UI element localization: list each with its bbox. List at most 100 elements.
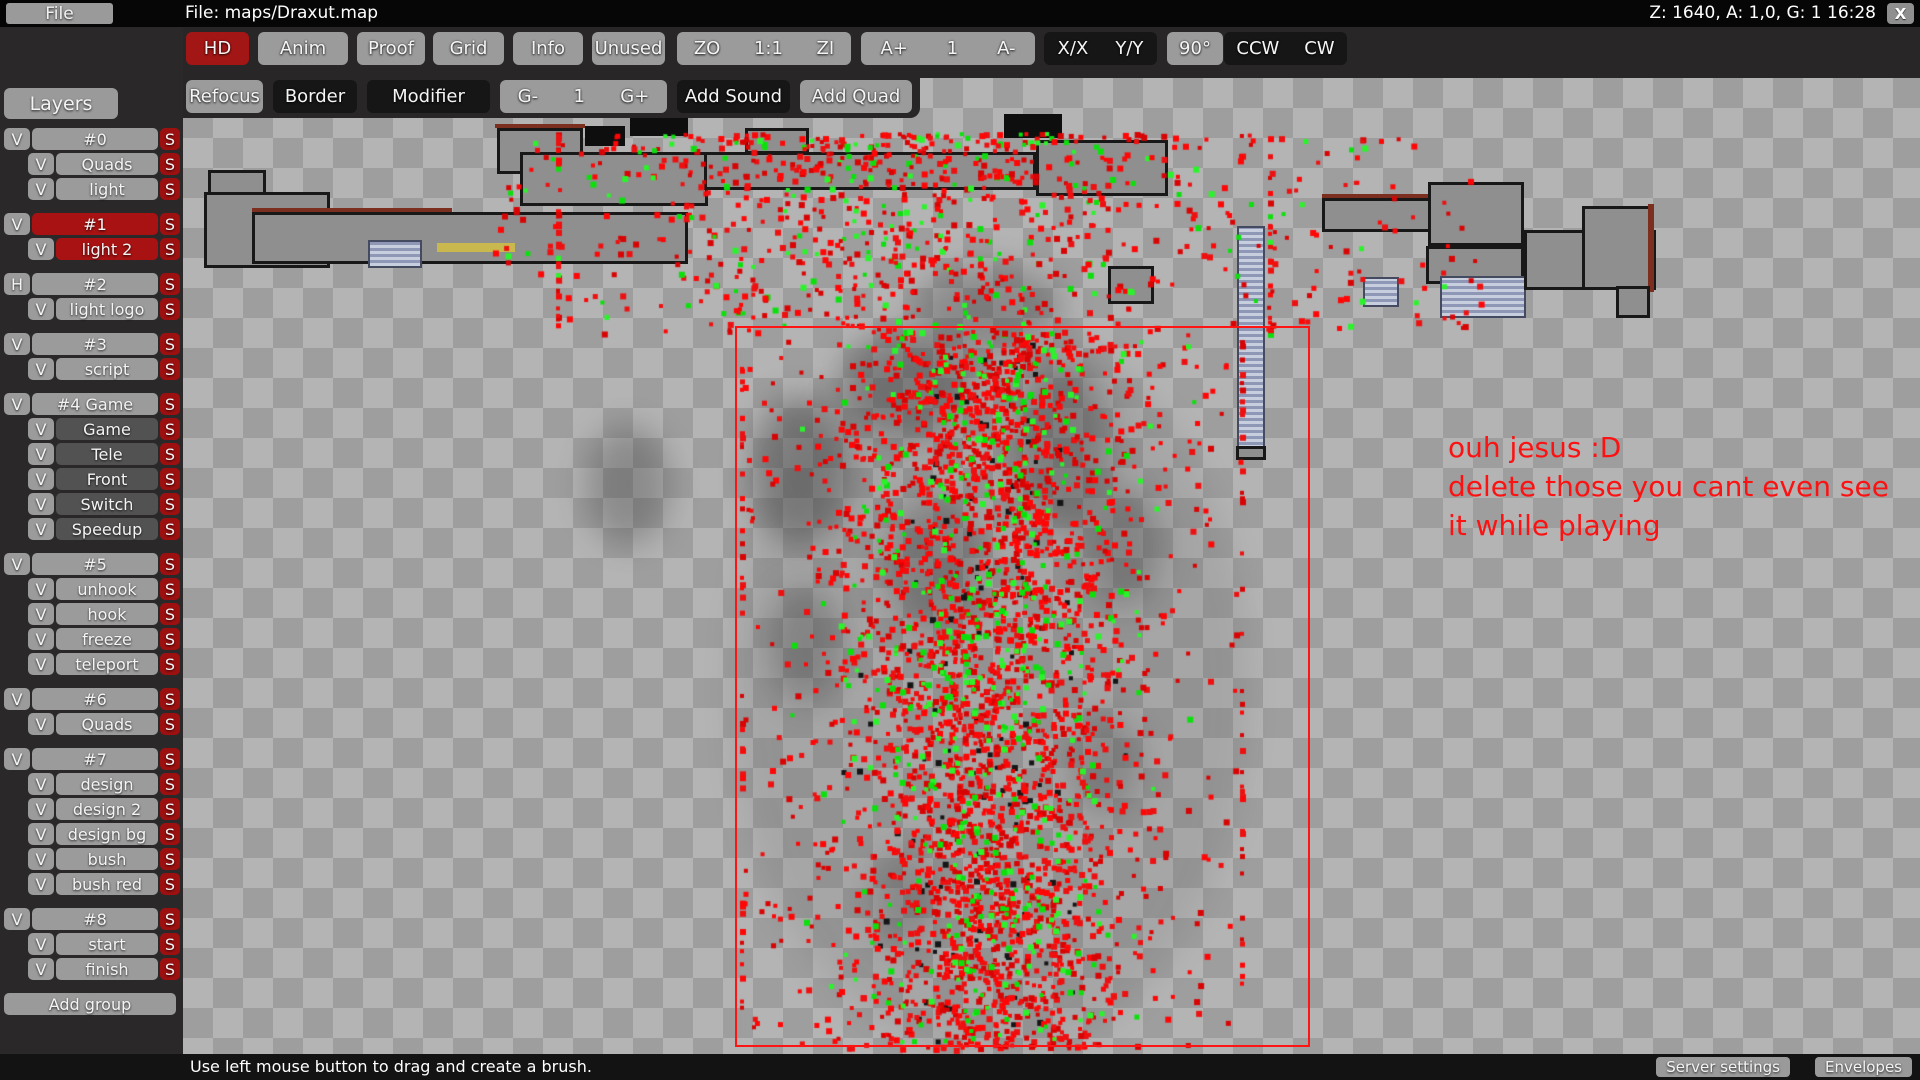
save-flag[interactable]: S <box>160 578 180 600</box>
visibility-toggle[interactable]: V <box>28 443 54 465</box>
save-flag[interactable]: S <box>160 273 180 295</box>
visibility-toggle[interactable]: V <box>28 418 54 440</box>
layer-label[interactable]: #3 <box>32 333 158 355</box>
modifier-button[interactable]: Modifier <box>367 80 490 113</box>
layer-label[interactable]: #8 <box>32 908 158 930</box>
save-flag[interactable]: S <box>160 238 180 260</box>
layer-label[interactable]: light 2 <box>56 238 158 260</box>
unused-button[interactable]: Unused <box>592 32 665 65</box>
visibility-toggle[interactable]: V <box>4 333 30 355</box>
layer-label[interactable]: Switch <box>56 493 158 515</box>
layers-panel-header[interactable]: Layers <box>4 88 118 119</box>
save-flag[interactable]: S <box>160 153 180 175</box>
layer-label[interactable]: bush red <box>56 873 158 895</box>
rotate-dir-group-ccw[interactable]: CCW <box>1230 38 1285 59</box>
layer-label[interactable]: #0 <box>32 128 158 150</box>
anim-speed-group-a-[interactable]: A- <box>991 38 1021 59</box>
visibility-toggle[interactable]: V <box>4 553 30 575</box>
save-flag[interactable]: S <box>160 518 180 540</box>
close-icon[interactable]: X <box>1887 3 1914 24</box>
visibility-toggle[interactable]: V <box>28 153 54 175</box>
visibility-toggle[interactable]: V <box>28 298 54 320</box>
save-flag[interactable]: S <box>160 933 180 955</box>
visibility-toggle[interactable]: V <box>28 628 54 650</box>
layer-label[interactable]: Tele <box>56 443 158 465</box>
grid-factor-group-1[interactable]: 1 <box>567 86 590 107</box>
visibility-toggle[interactable]: V <box>28 468 54 490</box>
layer-label[interactable]: start <box>56 933 158 955</box>
save-flag[interactable]: S <box>160 848 180 870</box>
save-flag[interactable]: S <box>160 653 180 675</box>
save-flag[interactable]: S <box>160 393 180 415</box>
visibility-toggle[interactable]: V <box>28 713 54 735</box>
zoom-group-1-1[interactable]: 1:1 <box>748 38 789 59</box>
layer-label[interactable]: design <box>56 773 158 795</box>
border-button[interactable]: Border <box>273 80 357 113</box>
grid-factor-group-g-[interactable]: G+ <box>614 86 655 107</box>
visibility-toggle[interactable]: V <box>28 958 54 980</box>
save-flag[interactable]: S <box>160 958 180 980</box>
layer-label[interactable]: hook <box>56 603 158 625</box>
visibility-toggle[interactable]: V <box>4 688 30 710</box>
visibility-toggle[interactable]: V <box>4 128 30 150</box>
save-flag[interactable]: S <box>160 128 180 150</box>
visibility-toggle[interactable]: V <box>28 823 54 845</box>
visibility-toggle[interactable]: V <box>28 933 54 955</box>
visibility-toggle[interactable]: V <box>28 873 54 895</box>
save-flag[interactable]: S <box>160 443 180 465</box>
visibility-toggle[interactable]: V <box>4 393 30 415</box>
anim-speed-group-1[interactable]: 1 <box>941 38 964 59</box>
layer-label[interactable]: #1 <box>32 213 158 235</box>
layer-label[interactable]: Quads <box>56 713 158 735</box>
visibility-toggle[interactable]: V <box>28 773 54 795</box>
rotate-dir-group-cw[interactable]: CW <box>1298 38 1340 59</box>
save-flag[interactable]: S <box>160 358 180 380</box>
layer-label[interactable]: Quads <box>56 153 158 175</box>
layer-label[interactable]: light logo <box>56 298 158 320</box>
layer-label[interactable]: bush <box>56 848 158 870</box>
map-canvas[interactable]: ouh jesus :Ddelete those you cant even s… <box>183 78 1920 1054</box>
file-menu-button[interactable]: File <box>6 3 113 24</box>
layer-label[interactable]: #4 Game <box>32 393 158 415</box>
visibility-toggle[interactable]: V <box>4 213 30 235</box>
server-settings-button[interactable]: Server settings <box>1656 1057 1790 1077</box>
anim-speed-group-a-[interactable]: A+ <box>874 38 913 59</box>
grid-factor-group-g-[interactable]: G- <box>512 86 544 107</box>
layer-label[interactable]: Game <box>56 418 158 440</box>
refocus-button[interactable]: Refocus <box>186 80 263 113</box>
save-flag[interactable]: S <box>160 213 180 235</box>
flip-group-x-x[interactable]: X/X <box>1052 38 1095 59</box>
save-flag[interactable]: S <box>160 418 180 440</box>
visibility-toggle[interactable]: V <box>4 908 30 930</box>
save-flag[interactable]: S <box>160 468 180 490</box>
hd-button[interactable]: HD <box>186 32 249 65</box>
save-flag[interactable]: S <box>160 493 180 515</box>
layer-label[interactable]: script <box>56 358 158 380</box>
visibility-toggle[interactable]: V <box>28 848 54 870</box>
visibility-toggle[interactable]: V <box>4 748 30 770</box>
add-quad-button[interactable]: Add Quad <box>800 80 912 113</box>
layer-label[interactable]: finish <box>56 958 158 980</box>
layer-label[interactable]: Front <box>56 468 158 490</box>
save-flag[interactable]: S <box>160 908 180 930</box>
visibility-toggle[interactable]: V <box>28 238 54 260</box>
save-flag[interactable]: S <box>160 333 180 355</box>
anim-button[interactable]: Anim <box>258 32 348 65</box>
visibility-toggle[interactable]: V <box>28 493 54 515</box>
visibility-toggle[interactable]: V <box>28 798 54 820</box>
layer-label[interactable]: #5 <box>32 553 158 575</box>
visibility-toggle[interactable]: V <box>28 603 54 625</box>
save-flag[interactable]: S <box>160 748 180 770</box>
layer-label[interactable]: design bg <box>56 823 158 845</box>
hidden-toggle[interactable]: H <box>4 273 30 295</box>
layer-label[interactable]: teleport <box>56 653 158 675</box>
zoom-group-zi[interactable]: ZI <box>811 38 841 59</box>
save-flag[interactable]: S <box>160 603 180 625</box>
save-flag[interactable]: S <box>160 798 180 820</box>
visibility-toggle[interactable]: V <box>28 518 54 540</box>
layer-label[interactable]: #2 <box>32 273 158 295</box>
visibility-toggle[interactable]: V <box>28 653 54 675</box>
proof-button[interactable]: Proof <box>357 32 425 65</box>
grid-button[interactable]: Grid <box>433 32 504 65</box>
layer-label[interactable]: light <box>56 178 158 200</box>
